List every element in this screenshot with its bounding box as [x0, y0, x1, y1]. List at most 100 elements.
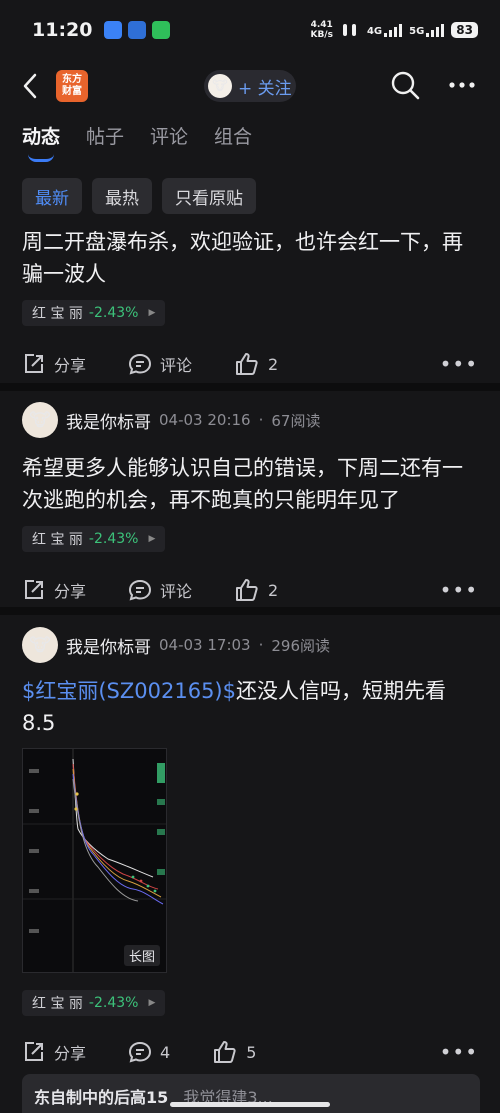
comment-icon	[129, 1041, 152, 1063]
stock-chip[interactable]: 红 宝 丽 -2.43% ▶	[22, 526, 166, 552]
stock-link[interactable]: $红宝丽(SZ002165)$	[22, 679, 236, 703]
tab-dynamic[interactable]: 动态	[22, 122, 60, 164]
like-button[interactable]: 2	[234, 578, 278, 602]
author-avatar[interactable]: 🐮	[22, 402, 58, 438]
comment-icon	[129, 353, 152, 375]
comment-button[interactable]: 4	[128, 1040, 170, 1064]
filter-hottest[interactable]: 最热	[92, 178, 152, 214]
stock-change: -2.43%	[88, 305, 139, 321]
back-arrow-icon	[23, 73, 37, 99]
follow-label: + 关注	[238, 78, 292, 99]
status-bar: 11:20 4.41 KB/s 4G 5G 83	[0, 0, 500, 60]
chip-arrow-icon: ▶	[148, 534, 156, 544]
post-image[interactable]: 长图	[22, 748, 167, 973]
quoted-post-title: 东自制中的后高15	[34, 1088, 169, 1107]
like-count: 2	[268, 354, 279, 374]
share-button[interactable]: 分享	[22, 352, 86, 376]
share-label: 分享	[54, 582, 87, 601]
app-icon	[104, 21, 123, 39]
read-count: 296阅读	[271, 636, 331, 655]
post-card[interactable]: 🐮 我是你标哥 04-03 20:16 · 67阅读 希望更多人能够认识自己的错…	[0, 400, 500, 610]
like-count: 2	[268, 580, 279, 600]
share-button[interactable]: 分享	[22, 578, 86, 602]
net-speed: 4.41 KB/s	[310, 20, 332, 40]
tab-bar: 动态 帖子 评论 组合	[22, 122, 252, 164]
comment-label: 评论	[160, 582, 193, 601]
comment-icon	[129, 579, 152, 601]
stock-change: -2.43%	[88, 531, 139, 547]
author-name[interactable]: 我是你标哥	[66, 408, 151, 433]
comment-count: 4	[160, 1042, 171, 1062]
signal-5g: 5G	[409, 23, 445, 37]
long-image-badge: 长图	[123, 945, 160, 966]
signal-4g-label: 4G	[366, 25, 383, 37]
post-header: 🐮 我是你标哥 04-03 17:03 · 296阅读	[0, 625, 500, 665]
battery-indicator: 83	[451, 22, 478, 38]
post-more-icon[interactable]: •••	[440, 352, 478, 376]
search-icon[interactable]	[390, 70, 420, 100]
tab-comments[interactable]: 评论	[150, 122, 188, 164]
stock-name: 红 宝 丽	[32, 996, 83, 1012]
filter-bar: 最新 最热 只看原贴	[22, 178, 256, 214]
author-avatar[interactable]: 🐮	[22, 627, 58, 663]
outlook-icon	[128, 21, 147, 39]
post-actions: 分享 4 5 •••	[0, 1032, 500, 1072]
comment-button[interactable]: 评论	[128, 352, 192, 376]
divider	[0, 607, 500, 615]
post-time: 04-03 17:03	[159, 636, 251, 654]
post-dot: ·	[258, 636, 264, 654]
post-dot: ·	[258, 411, 264, 429]
chip-arrow-icon: ▶	[148, 308, 156, 318]
thumbs-up-icon	[236, 579, 258, 601]
filter-original-only[interactable]: 只看原贴	[162, 178, 256, 214]
post-content: 周二开盘瀑布杀，欢迎验证，也许会红一下，再骗一波人	[22, 230, 463, 286]
post-time: 04-03 20:16	[159, 411, 251, 429]
share-button[interactable]: 分享	[22, 1040, 86, 1064]
app-logo[interactable]: 东方财富	[56, 70, 88, 102]
stock-name: 红 宝 丽	[32, 306, 83, 322]
net-speed-unit: KB/s	[310, 30, 333, 40]
follow-button[interactable]: 🐮 + 关注	[204, 70, 296, 102]
like-button[interactable]: 5	[212, 1040, 256, 1064]
comment-label: 评论	[160, 356, 193, 375]
post-card[interactable]: 🐮 我是你标哥 04-03 17:03 · 296阅读 $红宝丽(SZ00216…	[0, 625, 500, 739]
home-indicator[interactable]	[170, 1102, 330, 1107]
stock-chip[interactable]: 红 宝 丽 -2.43% ▶	[22, 990, 166, 1016]
author-name[interactable]: 我是你标哥	[66, 633, 151, 658]
post-actions: 分享 评论 2 •••	[0, 344, 500, 384]
like-button[interactable]: 2	[234, 352, 278, 376]
share-icon	[25, 580, 43, 599]
filter-latest[interactable]: 最新	[22, 178, 82, 214]
thumbs-up-icon	[236, 353, 258, 375]
read-count: 67阅读	[271, 411, 321, 430]
back-button[interactable]	[18, 71, 42, 101]
stock-name: 红 宝 丽	[32, 532, 83, 548]
message-icon	[152, 21, 171, 39]
post-footer: 红 宝 丽 -2.43% ▶ 分享 4 5 •••	[0, 990, 500, 1072]
share-icon	[25, 1042, 43, 1061]
signal-5g-label: 5G	[409, 25, 425, 37]
share-label: 分享	[54, 356, 87, 375]
post-header: 🐮 我是你标哥 04-03 20:16 · 67阅读	[0, 400, 500, 440]
status-indicators: 4.41 KB/s 4G 5G 83	[310, 20, 478, 40]
post-more-icon[interactable]: •••	[440, 1040, 478, 1064]
like-count: 5	[246, 1042, 257, 1062]
more-options-icon[interactable]	[448, 81, 476, 89]
share-icon	[25, 354, 43, 373]
tab-portfolio[interactable]: 组合	[214, 122, 252, 164]
signal-4g: 4G	[366, 23, 403, 37]
divider	[0, 383, 500, 391]
post-more-icon[interactable]: •••	[440, 578, 478, 602]
tab-posts[interactable]: 帖子	[86, 122, 124, 164]
earbuds-icon	[342, 24, 356, 36]
status-app-icons	[104, 21, 171, 39]
post-content: 希望更多人能够认识自己的错误，下周二还有一次逃跑的机会，再不跑真的只能明年见了	[22, 456, 463, 512]
post-card[interactable]: 周二开盘瀑布杀，欢迎验证，也许会红一下，再骗一波人 红 宝 丽 -2.43% ▶…	[0, 226, 500, 384]
status-time: 11:20	[32, 19, 93, 41]
comment-button[interactable]: 评论	[128, 578, 192, 602]
quoted-post-card[interactable]: 东自制中的后高15 我觉得建3...	[22, 1074, 480, 1113]
share-label: 分享	[54, 1044, 87, 1063]
stock-chip[interactable]: 红 宝 丽 -2.43% ▶	[22, 300, 166, 326]
chip-arrow-icon: ▶	[148, 998, 156, 1008]
net-speed-value: 4.41	[310, 20, 333, 30]
